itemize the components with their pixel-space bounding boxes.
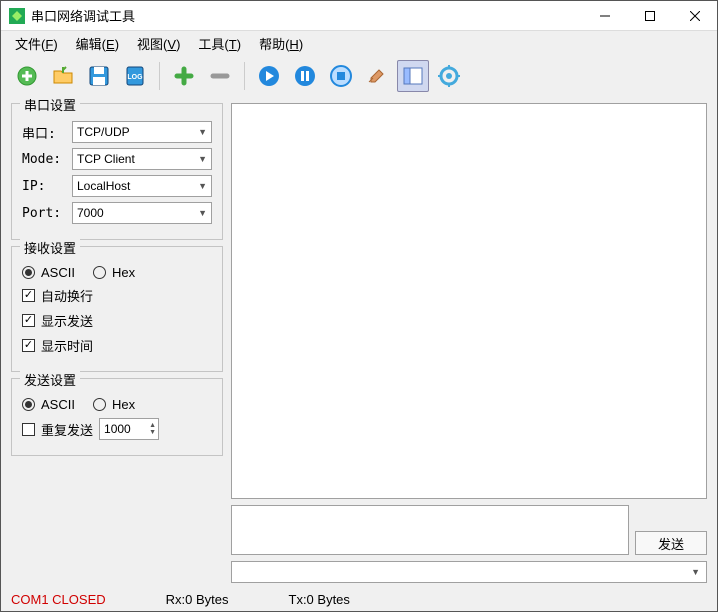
left-panel: 串口设置 串口: TCP/UDP▼ Mode: TCP Client▼ IP: … — [11, 103, 223, 583]
port-label: 串口: — [22, 123, 66, 142]
mode-combo[interactable]: TCP Client▼ — [72, 148, 212, 170]
port-combo[interactable]: TCP/UDP▼ — [72, 121, 212, 143]
send-legend: 发送设置 — [20, 370, 80, 389]
portnum-combo[interactable]: 7000▼ — [72, 202, 212, 224]
chevron-down-icon: ▼ — [691, 567, 700, 577]
window-controls — [582, 1, 717, 31]
maximize-button[interactable] — [627, 1, 672, 31]
chevron-down-icon: ▼ — [198, 154, 207, 164]
recv-hex-radio[interactable]: Hex — [93, 265, 135, 280]
repeat-send-check[interactable]: 重复发送 — [22, 420, 93, 439]
titlebar: 串口网络调试工具 — [1, 1, 717, 31]
menu-edit[interactable]: 编辑(E) — [68, 32, 127, 55]
receive-textarea[interactable] — [231, 103, 707, 499]
open-button[interactable] — [47, 60, 79, 92]
toolbar: LOG — [1, 55, 717, 97]
window-title: 串口网络调试工具 — [31, 6, 582, 25]
remove-button[interactable] — [204, 60, 236, 92]
menu-tools[interactable]: 工具(T) — [190, 32, 249, 55]
pause-button[interactable] — [289, 60, 321, 92]
serial-legend: 串口设置 — [20, 95, 80, 114]
chevron-down-icon: ▼ — [198, 181, 207, 191]
send-ascii-radio[interactable]: ASCII — [22, 397, 75, 412]
clear-button[interactable] — [361, 60, 393, 92]
statusbar: COM1 CLOSED Rx:0 Bytes Tx:0 Bytes — [1, 587, 717, 611]
minimize-button[interactable] — [582, 1, 627, 31]
menubar: 文件(F) 编辑(E) 视图(V) 工具(T) 帮助(H) — [1, 31, 717, 55]
auto-wrap-check[interactable]: ✓自动换行 — [22, 286, 212, 305]
play-button[interactable] — [253, 60, 285, 92]
save-button[interactable] — [83, 60, 115, 92]
svg-text:LOG: LOG — [127, 74, 143, 81]
menu-help[interactable]: 帮助(H) — [251, 32, 311, 55]
settings-button[interactable] — [433, 60, 465, 92]
menu-view[interactable]: 视图(V) — [129, 32, 188, 55]
ip-label: IP: — [22, 179, 66, 194]
ip-combo[interactable]: LocalHost▼ — [72, 175, 212, 197]
send-textarea[interactable] — [231, 505, 629, 555]
main-area: 串口设置 串口: TCP/UDP▼ Mode: TCP Client▼ IP: … — [1, 97, 717, 587]
recv-legend: 接收设置 — [20, 238, 80, 257]
serial-settings-group: 串口设置 串口: TCP/UDP▼ Mode: TCP Client▼ IP: … — [11, 103, 223, 240]
add-button[interactable] — [168, 60, 200, 92]
stop-button[interactable] — [325, 60, 357, 92]
history-combo[interactable]: ▼ — [231, 561, 707, 583]
receive-settings-group: 接收设置 ASCII Hex ✓自动换行 ✓显示发送 ✓显示时间 — [11, 246, 223, 372]
send-settings-group: 发送设置 ASCII Hex 重复发送 1000▲▼ — [11, 378, 223, 456]
recv-ascii-radio[interactable]: ASCII — [22, 265, 75, 280]
new-button[interactable] — [11, 60, 43, 92]
portnum-label: Port: — [22, 206, 66, 221]
send-button[interactable]: 发送 — [635, 531, 707, 555]
mode-label: Mode: — [22, 152, 66, 167]
panel-button[interactable] — [397, 60, 429, 92]
chevron-down-icon: ▼ — [198, 127, 207, 137]
chevron-down-icon: ▼ — [198, 208, 207, 218]
show-time-check[interactable]: ✓显示时间 — [22, 336, 212, 355]
right-panel: 发送 ▼ — [231, 103, 707, 583]
interval-spin[interactable]: 1000▲▼ — [99, 418, 159, 440]
spin-up-icon[interactable]: ▲ — [149, 422, 156, 429]
port-status: COM1 CLOSED — [11, 592, 106, 607]
show-send-check[interactable]: ✓显示发送 — [22, 311, 212, 330]
send-hex-radio[interactable]: Hex — [93, 397, 135, 412]
tx-bytes: Tx:0 Bytes — [289, 592, 350, 607]
close-button[interactable] — [672, 1, 717, 31]
log-button[interactable]: LOG — [119, 60, 151, 92]
app-icon — [9, 8, 25, 24]
spin-down-icon[interactable]: ▼ — [149, 429, 156, 436]
rx-bytes: Rx:0 Bytes — [166, 592, 229, 607]
menu-file[interactable]: 文件(F) — [7, 32, 66, 55]
